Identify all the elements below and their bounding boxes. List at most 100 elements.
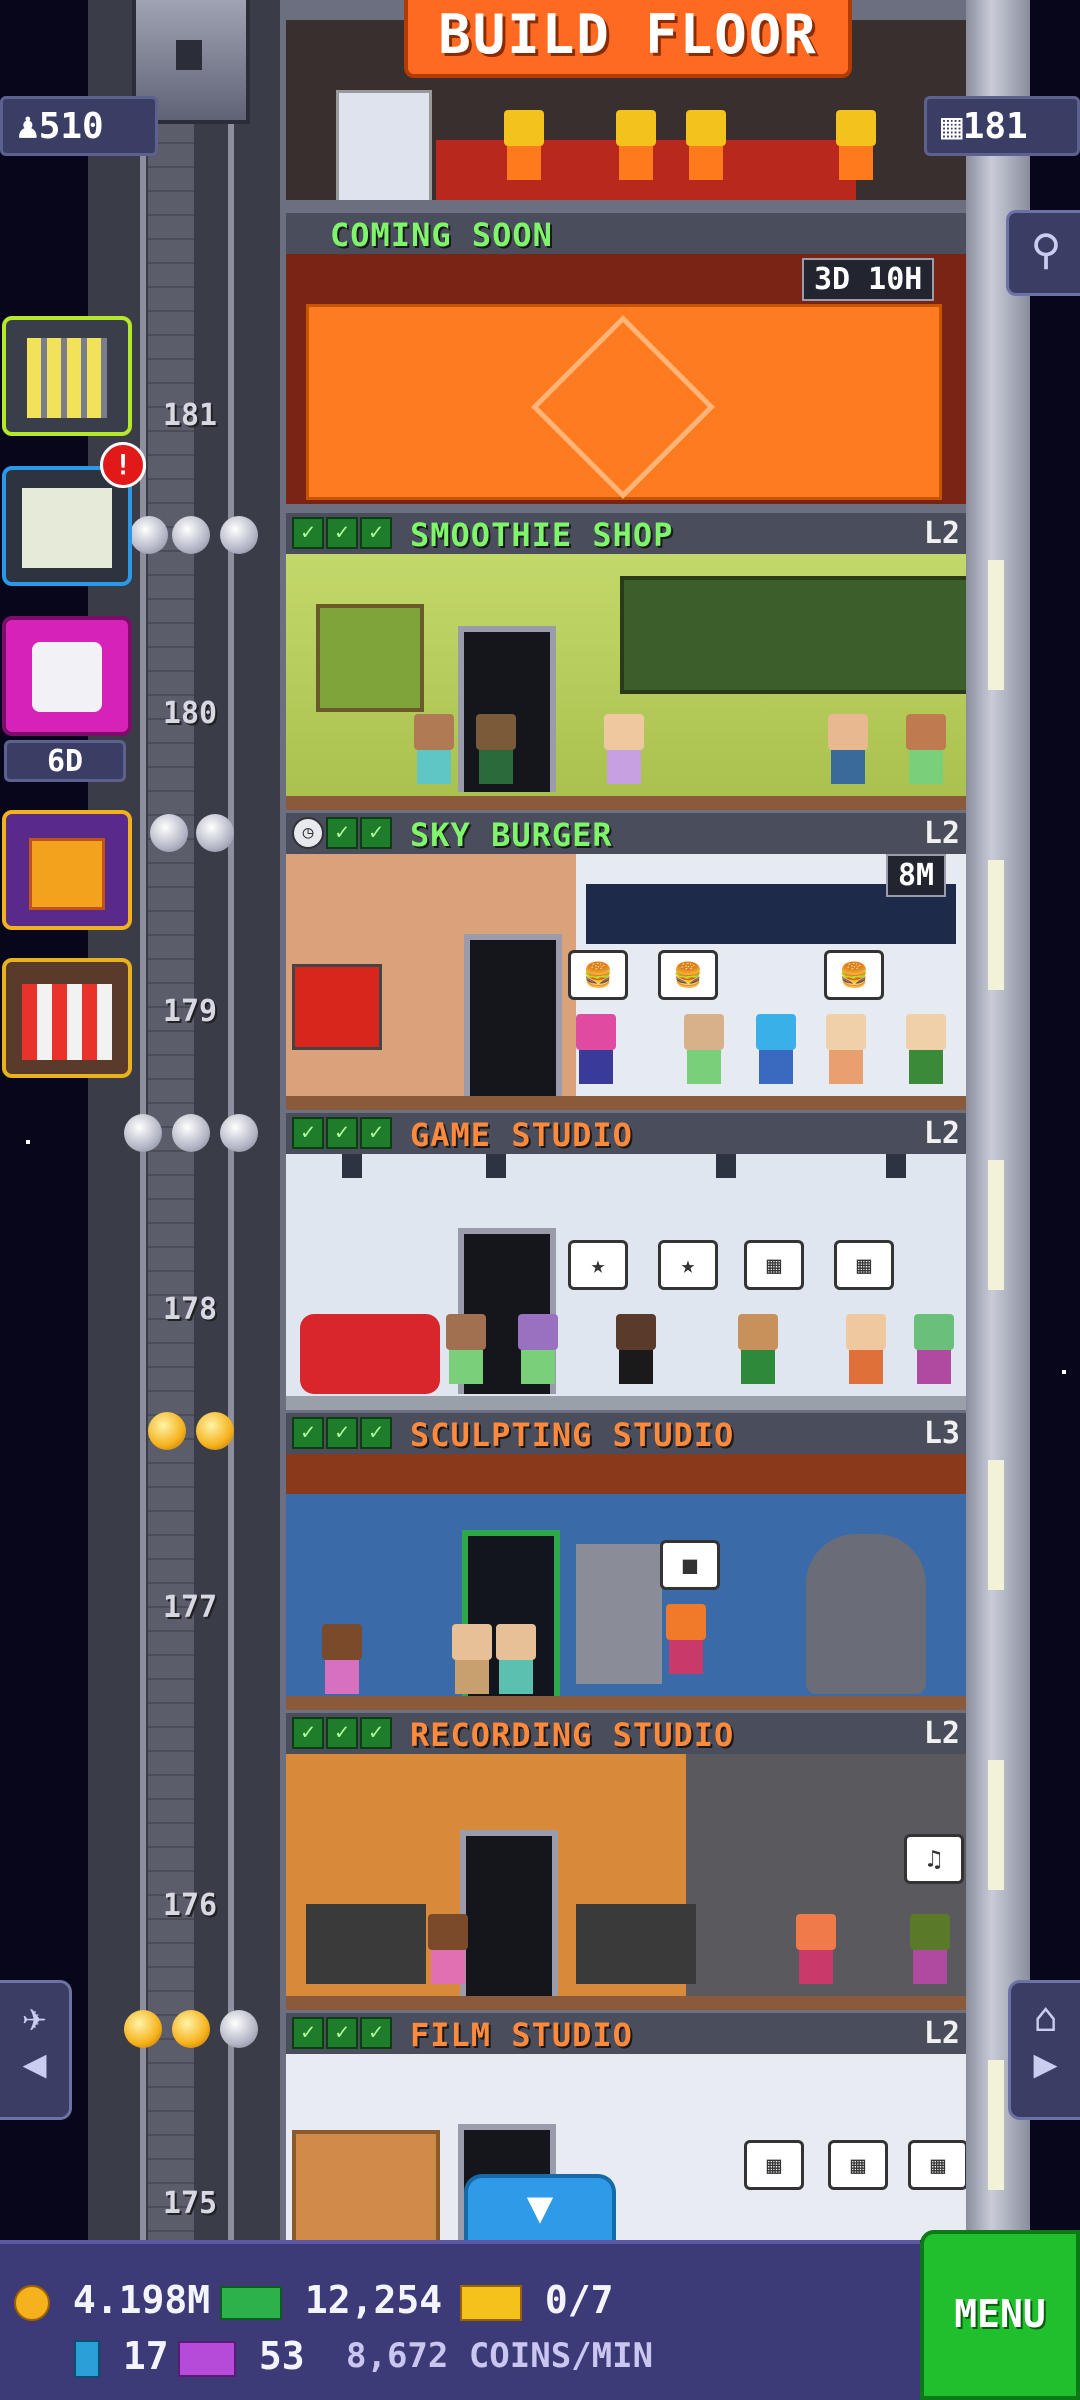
floor-count-value: 181 — [962, 106, 1028, 147]
film-request-bubble: ▦ — [744, 2140, 804, 2190]
dice-icon — [32, 642, 102, 712]
customer[interactable] — [576, 1014, 616, 1084]
tower-window — [988, 2060, 1004, 2190]
check-icon: ✓ — [292, 1117, 324, 1149]
floor-level: L2 — [923, 516, 960, 551]
floor-counter[interactable]: ▦181 — [924, 96, 1080, 156]
customer[interactable] — [616, 1314, 656, 1384]
customer[interactable] — [322, 1624, 362, 1694]
customer[interactable] — [914, 1314, 954, 1384]
chevron-down-icon: ▼ — [526, 2182, 554, 2233]
game-studio-room[interactable]: ★ ★ ▦ ▦ — [286, 1154, 966, 1410]
customer[interactable] — [910, 1914, 950, 1984]
customer[interactable] — [666, 1604, 706, 1674]
customer[interactable] — [756, 1014, 796, 1084]
tower-overview-button[interactable] — [2, 316, 132, 436]
checklist-icon — [22, 488, 112, 568]
floor-label-sculpting-studio[interactable]: ✓ ✓ ✓ SCULPTING STUDIO L3 — [286, 1410, 966, 1454]
lucky-dice-button[interactable] — [2, 616, 132, 736]
coins-display[interactable]: 4.198M — [14, 2278, 210, 2322]
gold-star-icon — [196, 1412, 234, 1450]
dice-timer: 6D — [4, 740, 126, 782]
film-studio-room[interactable]: ▦ ▦ ▦ — [286, 2054, 966, 2240]
resource-bar: 4.198M 12,254 0/7 17 53 8,672 COINS/MIN — [0, 2240, 920, 2400]
home-nav-button[interactable]: ⌂ ▶ — [1008, 1980, 1080, 2120]
lobby-nav-button[interactable]: ✈ ◀ — [0, 1980, 72, 2120]
floor-name: SCULPTING STUDIO — [410, 1416, 735, 1454]
customer[interactable] — [428, 1914, 468, 1984]
stock-status: ✓ ✓ ✓ — [292, 517, 392, 549]
gift-button[interactable] — [2, 810, 132, 930]
population-counter[interactable]: ♟510 — [0, 96, 158, 156]
silver-star-icon — [150, 814, 188, 852]
customer[interactable] — [906, 1014, 946, 1084]
customer[interactable] — [496, 1624, 536, 1694]
customer[interactable] — [846, 1314, 886, 1384]
gold-star-icon — [124, 2010, 162, 2048]
floor-label-coming-soon[interactable]: COMING SOON — [286, 210, 966, 254]
bits-display[interactable]: 17 — [74, 2334, 169, 2378]
floor-name: RECORDING STUDIO — [410, 1716, 735, 1754]
check-icon: ✓ — [360, 2017, 392, 2049]
recording-studio-room[interactable]: ♫ — [286, 1754, 966, 2010]
tower-right-wall — [966, 0, 1030, 2240]
sky-burger-room[interactable]: 🍔 🍔 🍔 — [286, 854, 966, 1110]
tickets-display[interactable]: 0/7 — [460, 2278, 614, 2322]
ceiling-lamp — [486, 1154, 506, 1178]
floor-label-recording-studio[interactable]: ✓ ✓ ✓ RECORDING STUDIO L2 — [286, 1710, 966, 1754]
bux-display[interactable]: 12,254 — [220, 2278, 442, 2322]
floor-label-sky-burger[interactable]: ◷ ✓ ✓ SKY BURGER L2 — [286, 810, 966, 854]
sculpting-studio-room[interactable]: ■ — [286, 1454, 966, 1710]
menu-board — [620, 576, 966, 694]
floor-label-smoothie-shop[interactable]: ✓ ✓ ✓ SMOOTHIE SHOP L2 — [286, 510, 966, 554]
floor-name: SMOOTHIE SHOP — [410, 516, 674, 554]
market-button[interactable] — [2, 958, 132, 1078]
customer[interactable] — [604, 714, 644, 784]
shop-worker[interactable] — [476, 714, 516, 784]
vip-icon — [178, 2340, 236, 2377]
stock-status: ✓ ✓ ✓ — [292, 1117, 392, 1149]
customer[interactable] — [684, 1014, 724, 1084]
shop-worker[interactable] — [414, 714, 454, 784]
cement-bag — [336, 90, 432, 200]
ceiling-lamp — [886, 1154, 906, 1178]
search-button[interactable]: ⚲ — [1006, 210, 1080, 296]
customer[interactable] — [452, 1624, 492, 1694]
construction-worker[interactable] — [616, 110, 656, 180]
tower-window — [988, 1460, 1004, 1590]
check-icon: ✓ — [326, 517, 358, 549]
construction-worker[interactable] — [504, 110, 544, 180]
floor-label-film-studio[interactable]: ✓ ✓ ✓ FILM STUDIO L2 — [286, 2010, 966, 2054]
floor-label-game-studio[interactable]: ✓ ✓ ✓ GAME STUDIO L2 — [286, 1110, 966, 1154]
robot-sculpture — [576, 1544, 662, 1684]
chevron-right-icon: ▶ — [1033, 2041, 1058, 2087]
smoothie-shop-room[interactable] — [286, 554, 966, 810]
background-star — [1062, 1370, 1066, 1374]
vip-display[interactable]: 53 — [178, 2334, 305, 2378]
customer[interactable] — [446, 1314, 486, 1384]
customer[interactable] — [828, 714, 868, 784]
check-icon: ✓ — [292, 1717, 324, 1749]
background-star — [26, 1140, 30, 1144]
check-icon: ✓ — [326, 1417, 358, 1449]
home-icon: ⌂ — [1033, 1995, 1058, 2041]
customer[interactable] — [826, 1014, 866, 1084]
check-icon: ✓ — [360, 517, 392, 549]
silver-star-icon — [196, 814, 234, 852]
scroll-down-button[interactable]: ▼ — [464, 2174, 616, 2240]
soda-machine — [292, 964, 382, 1050]
menu-button[interactable]: MENU — [920, 2230, 1080, 2400]
tower-window — [988, 1760, 1004, 1890]
customer[interactable] — [796, 1914, 836, 1984]
market-stall-icon — [22, 984, 112, 1060]
floor-level: L2 — [923, 1716, 960, 1751]
build-floor-button[interactable]: BUILD FLOOR — [404, 0, 852, 78]
gift-icon — [29, 838, 105, 910]
music-request-bubble: ♫ — [904, 1834, 964, 1884]
customer[interactable] — [738, 1314, 778, 1384]
customer[interactable] — [906, 714, 946, 784]
construction-worker[interactable] — [836, 110, 876, 180]
construction-worker[interactable] — [686, 110, 726, 180]
customer[interactable] — [518, 1314, 558, 1384]
floor-number: 177 — [162, 1590, 218, 1625]
